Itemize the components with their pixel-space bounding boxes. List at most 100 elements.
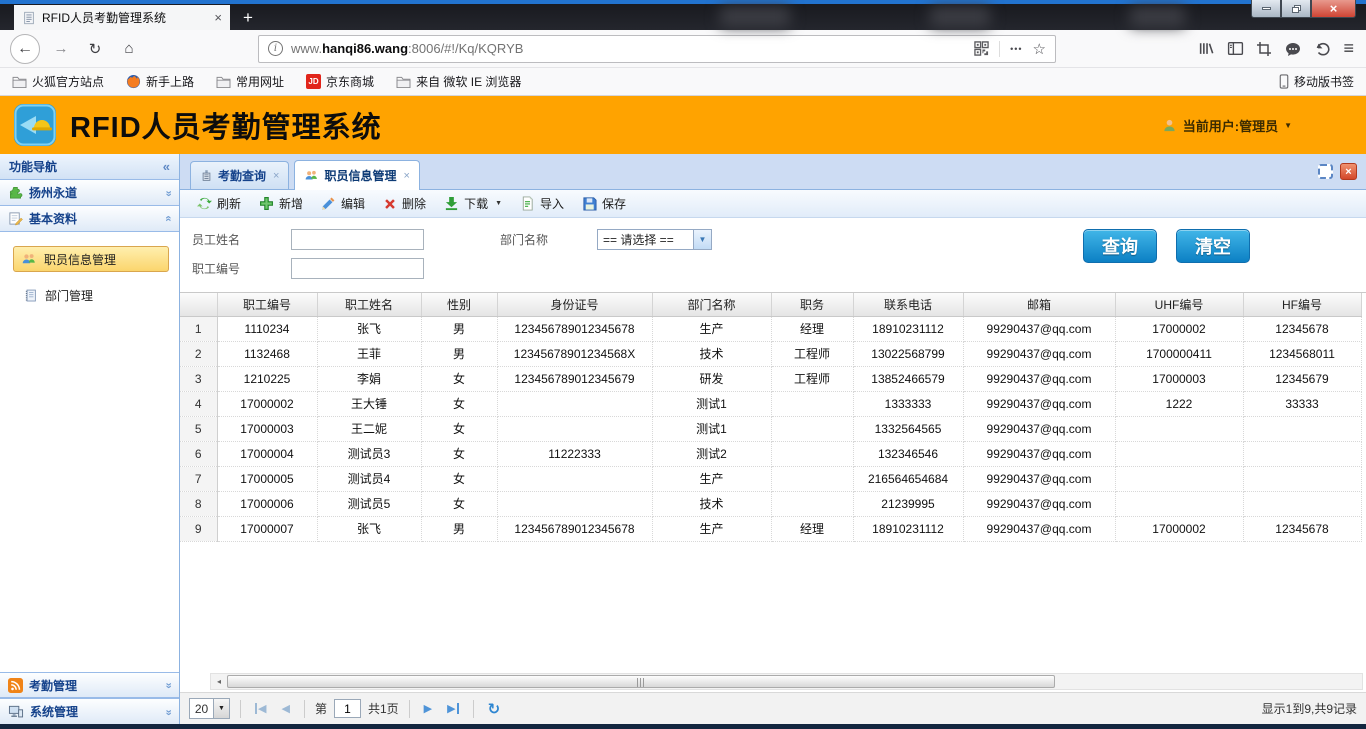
save-button[interactable]: 保存 xyxy=(573,192,635,216)
column-header-hf[interactable]: HF编号 xyxy=(1243,293,1361,316)
chat-bubble-icon[interactable] xyxy=(1284,41,1302,57)
page-number-input[interactable] xyxy=(334,699,361,718)
screenshot-crop-icon[interactable] xyxy=(1256,41,1272,57)
note-pencil-icon xyxy=(8,211,23,226)
chevron-down-icon[interactable]: ▼ xyxy=(693,230,711,249)
employee-name-cell: 王二妮 xyxy=(317,416,421,441)
sidebar-item-department[interactable]: 部门管理 xyxy=(17,282,169,308)
tab-staff-info[interactable]: 职员信息管理 × xyxy=(294,160,419,190)
close-button[interactable]: × xyxy=(1311,0,1356,18)
column-header-employee-code[interactable]: 职工编号 xyxy=(217,293,317,316)
delete-button[interactable]: 删除 xyxy=(374,192,435,216)
position-cell xyxy=(771,416,853,441)
bookmark-item[interactable]: JD 京东商城 xyxy=(306,73,374,90)
sidebar-collapse-icon[interactable]: « xyxy=(163,159,170,174)
table-row[interactable]: 5 17000003 王二妮 女 测试1 1332564565 99290437… xyxy=(180,416,1361,441)
sidebar-group-yangzhou[interactable]: 扬州永道 » xyxy=(0,180,179,206)
reload-button[interactable]: ↻ xyxy=(82,36,108,62)
menu-hamburger-icon[interactable]: ≡ xyxy=(1343,38,1354,59)
email-cell: 99290437@qq.com xyxy=(963,366,1115,391)
gender-cell: 女 xyxy=(421,416,497,441)
current-user-menu[interactable]: 当前用户:管理员 ▼ xyxy=(1162,116,1292,135)
bookmark-item[interactable]: 火狐官方站点 xyxy=(12,73,104,90)
building-icon xyxy=(200,169,213,182)
column-header-position[interactable]: 职务 xyxy=(771,293,853,316)
qr-code-icon[interactable] xyxy=(974,41,989,56)
new-tab-button[interactable]: + xyxy=(233,5,263,30)
library-icon[interactable] xyxy=(1198,40,1215,57)
first-page-button[interactable]: ◀ xyxy=(251,702,270,715)
prev-page-button[interactable]: ◀ xyxy=(277,702,293,715)
table-row[interactable]: 3 1210225 李娟 女 123456789012345679 研发 工程师… xyxy=(180,366,1361,391)
navbar-right-icons: ≡ xyxy=(1198,38,1358,59)
table-row[interactable]: 2 1132468 王菲 男 12345678901234568X 技术 工程师… xyxy=(180,341,1361,366)
close-panel-icon[interactable]: × xyxy=(1340,163,1357,180)
page-size-select[interactable]: 20 ▼ xyxy=(189,698,230,719)
page-actions-icon[interactable]: ••• xyxy=(1010,44,1022,54)
query-button[interactable]: 查询 xyxy=(1083,229,1157,263)
table-row[interactable]: 6 17000004 测试员3 女 11222333 测试2 132346546… xyxy=(180,441,1361,466)
position-cell: 工程师 xyxy=(771,341,853,366)
column-header-gender[interactable]: 性别 xyxy=(421,293,497,316)
add-button[interactable]: 新增 xyxy=(250,192,312,216)
horizontal-scrollbar[interactable]: ◂ xyxy=(210,673,1363,690)
forward-button[interactable]: → xyxy=(48,36,74,62)
table-row[interactable]: 8 17000006 测试员5 女 技术 21239995 99290437@q… xyxy=(180,491,1361,516)
department-select[interactable]: == 请选择 == ▼ xyxy=(597,229,712,250)
bookmark-item[interactable]: 新手上路 xyxy=(126,73,194,90)
column-header-department[interactable]: 部门名称 xyxy=(652,293,771,316)
column-header-employee-name[interactable]: 职工姓名 xyxy=(317,293,421,316)
sidebar-group-system[interactable]: 系统管理 » xyxy=(0,698,179,724)
chevron-down-icon[interactable]: ▼ xyxy=(213,699,229,718)
sidebar-group-attendance[interactable]: 考勤管理 » xyxy=(0,672,179,698)
email-cell: 99290437@qq.com xyxy=(963,416,1115,441)
import-button[interactable]: 导入 xyxy=(511,192,573,216)
undo-arrow-icon[interactable] xyxy=(1314,41,1331,57)
browser-tab[interactable]: RFID人员考勤管理系统 × xyxy=(14,5,230,30)
row-number-cell: 5 xyxy=(180,416,217,441)
refresh-button[interactable]: 刷新 xyxy=(188,192,250,216)
bookmark-item[interactable]: 常用网址 xyxy=(216,73,284,90)
bookmark-item[interactable]: 来自 微软 IE 浏览器 xyxy=(396,73,521,90)
table-row[interactable]: 1 1110234 张飞 男 123456789012345678 生产 经理 … xyxy=(180,316,1361,341)
column-header-id-number[interactable]: 身份证号 xyxy=(497,293,652,316)
back-button[interactable]: ← xyxy=(10,34,40,64)
computer-icon xyxy=(8,704,24,719)
mobile-bookmarks[interactable]: 移动版书签 xyxy=(1279,73,1354,90)
tab-close-icon[interactable]: × xyxy=(214,10,222,25)
employee-name-input[interactable] xyxy=(291,229,424,250)
bookmark-star-icon[interactable]: ☆ xyxy=(1033,40,1046,58)
column-header-phone[interactable]: 联系电话 xyxy=(853,293,963,316)
table-row[interactable]: 9 17000007 张飞 男 123456789012345678 生产 经理… xyxy=(180,516,1361,541)
tab-close-icon[interactable]: × xyxy=(403,170,409,182)
clear-button[interactable]: 清空 xyxy=(1176,229,1250,263)
url-bar[interactable]: i www.hanqi86.wang:8006/#!/Kq/KQRYB ••• … xyxy=(258,35,1056,63)
table-row[interactable]: 7 17000005 测试员4 女 生产 216564654684 992904… xyxy=(180,466,1361,491)
tab-attendance-query[interactable]: 考勤查询 × xyxy=(190,161,289,189)
restore-button[interactable] xyxy=(1281,0,1311,18)
column-header-uhf[interactable]: UHF编号 xyxy=(1115,293,1243,316)
reload-grid-icon[interactable]: ↻ xyxy=(484,700,505,718)
sidebar-group-body: 职员信息管理 部门管理 xyxy=(0,232,179,672)
sidebar-item-staff-info[interactable]: 职员信息管理 xyxy=(13,246,169,272)
site-info-icon[interactable]: i xyxy=(268,41,283,56)
pencil-icon xyxy=(321,196,336,211)
app-logo xyxy=(14,104,56,146)
minimize-button[interactable] xyxy=(1251,0,1281,18)
scroll-left-arrow[interactable]: ◂ xyxy=(211,674,227,689)
download-button[interactable]: 下载 ▼ xyxy=(435,192,511,216)
id-number-cell: 123456789012345678 xyxy=(497,516,652,541)
chevron-down-icon: ▼ xyxy=(1284,121,1292,130)
home-button[interactable]: ⌂ xyxy=(116,36,142,62)
sidebar-toggle-icon[interactable] xyxy=(1227,40,1244,57)
sidebar-group-basic-data[interactable]: 基本资料 » xyxy=(0,206,179,232)
scrollbar-thumb[interactable] xyxy=(227,675,1055,688)
employee-code-input[interactable] xyxy=(291,258,424,279)
last-page-button[interactable]: ▶ xyxy=(443,702,462,715)
edit-button[interactable]: 编辑 xyxy=(312,192,374,216)
maximize-panel-icon[interactable] xyxy=(1318,164,1333,179)
tab-close-icon[interactable]: × xyxy=(273,170,279,182)
next-page-button[interactable]: ▶ xyxy=(420,702,436,715)
table-row[interactable]: 4 17000002 王大锤 女 测试1 1333333 99290437@qq… xyxy=(180,391,1361,416)
column-header-email[interactable]: 邮箱 xyxy=(963,293,1115,316)
